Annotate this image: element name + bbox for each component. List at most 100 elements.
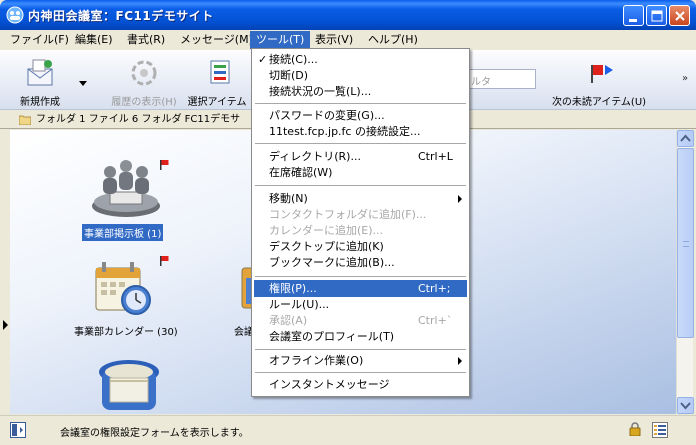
title-bar[interactable]: 内神田会議室：FC11デモサイト (0, 0, 696, 30)
menu-separator (255, 276, 466, 277)
history-label: 履歴の表示(H) (111, 97, 177, 108)
menu-item-change-password[interactable]: パスワードの変更(G)... (254, 107, 467, 124)
tools-menu: ✓ 接続(C)... 切断(D) 接続状況の一覧(L)... パスワードの変更(… (251, 48, 470, 397)
breadcrumb-text: フォルダ 1 ファイル 6 フォルダ FC11デモサ (36, 114, 241, 125)
menu-item-room-profile[interactable]: 会議室のプロフィール(T) (254, 328, 467, 345)
menu-item-label: パスワードの変更(G)... (269, 109, 385, 122)
menu-item-instant-message[interactable]: インスタントメッセージ (254, 376, 467, 393)
menu-item-label: ルール(U)... (269, 298, 330, 311)
close-icon (675, 11, 685, 21)
menu-item-disconnect[interactable]: 切断(D) (254, 67, 467, 84)
menu-separator (255, 185, 466, 186)
flag-icon (160, 256, 169, 266)
menu-item-presence[interactable]: 在席確認(W) (254, 164, 467, 181)
menu-help[interactable]: ヘルプ(H) (362, 31, 424, 49)
menu-item-label: デスクトップに追加(K) (269, 240, 384, 253)
menu-edit[interactable]: 編集(E) (69, 31, 119, 49)
menu-item-approve[interactable]: 承認(A) Ctrl+` (254, 312, 467, 329)
list-view-icon[interactable] (652, 422, 668, 438)
menu-item-label: コンタクトフォルダに追加(F)... (269, 208, 427, 221)
menu-item-label: 切断(D) (269, 69, 309, 82)
new-label: 新規作成 (20, 97, 60, 108)
menu-item-label: 11test.fcp.jp.fc の接続設定... (269, 125, 421, 138)
new-button[interactable]: 新規作成 (10, 55, 70, 109)
menu-item-label: 承認(A) (269, 314, 308, 327)
chevron-down-icon (79, 81, 87, 86)
folder-label: 事業部掲示板 (1) (82, 224, 164, 241)
folder-calendar[interactable]: 事業部カレンダー (30) (70, 256, 180, 338)
menu-item-connect[interactable]: ✓ 接続(C)... (254, 51, 467, 68)
menu-view[interactable]: 表示(V) (309, 31, 359, 49)
next-unread-label: 次の未読アイテム(U) (551, 97, 647, 108)
minimize-icon (629, 19, 637, 22)
calendar-icon (95, 262, 151, 315)
menu-separator (255, 372, 466, 373)
menu-item-label: インスタントメッセージ (269, 378, 390, 391)
menu-item-label: ブックマークに追加(B)... (269, 256, 395, 269)
grip-icon (683, 241, 689, 247)
menu-file[interactable]: ファイル(F) (4, 31, 75, 49)
menu-item-add-desktop[interactable]: デスクトップに追加(K) (254, 238, 467, 255)
menu-tools[interactable]: ツール(T) (250, 31, 311, 49)
menu-item-label: オフライン作業(O) (269, 354, 364, 367)
menu-item-label: 移動(N) (269, 192, 308, 205)
menu-bar: ファイル(F) 編集(E) 書式(R) メッセージ(M) ツール(T) 表示(V… (0, 30, 696, 49)
menu-item-rules[interactable]: ルール(U)... (254, 296, 467, 313)
menu-item-connection-list[interactable]: 接続状況の一覧(L)... (254, 83, 467, 100)
vertical-scrollbar[interactable] (676, 130, 694, 414)
expand-arrow-icon (3, 320, 8, 330)
new-mail-icon (27, 59, 53, 86)
menu-item-shortcut: Ctrl+` (418, 314, 453, 327)
maximize-button[interactable] (646, 5, 667, 26)
history-icon (131, 60, 157, 86)
scroll-up-button[interactable] (677, 130, 694, 147)
history-button[interactable]: 履歴の表示(H) (106, 55, 182, 109)
bulletin-board-icon (92, 160, 160, 217)
left-pane-grip[interactable] (0, 130, 10, 414)
close-button[interactable] (669, 5, 690, 26)
folder-icon (19, 115, 31, 125)
menu-item-add-contact-folder[interactable]: コンタクトフォルダに追加(F)... (254, 206, 467, 223)
minimize-button[interactable] (623, 5, 644, 26)
maximize-icon (651, 10, 663, 22)
lock-icon (629, 422, 641, 436)
menu-item-label: 権限(P)... (269, 282, 317, 295)
select-items-icon (210, 60, 230, 84)
next-unread-button[interactable]: 次の未読アイテム(U) (548, 55, 650, 109)
menu-item-label: ディレクトリ(R)... (269, 150, 361, 163)
menu-separator (255, 349, 466, 350)
status-bar: 会議室の権限設定フォームを表示します。 (0, 415, 696, 445)
folder-label: 事業部カレンダー (30) (74, 327, 178, 338)
menu-item-label: 接続状況の一覧(L)... (269, 85, 372, 98)
contacts-rolodex-icon[interactable] (96, 358, 162, 414)
menu-item-add-calendar[interactable]: カレンダーに追加(E)... (254, 222, 467, 239)
select-item-button[interactable]: 選択アイテム (184, 55, 250, 109)
scroll-down-button[interactable] (677, 397, 694, 414)
submenu-arrow-icon (458, 357, 462, 365)
new-dropdown-button[interactable] (76, 55, 90, 109)
menu-item-permissions[interactable]: 権限(P)... Ctrl+; (254, 280, 467, 297)
window-title: 内神田会議室：FC11デモサイト (28, 9, 214, 23)
menu-item-move[interactable]: 移動(N) (254, 190, 467, 207)
menu-item-label: 在席確認(W) (269, 166, 333, 179)
toolbar-more-button[interactable]: » (682, 73, 688, 84)
menu-item-label: カレンダーに追加(E)... (269, 224, 384, 237)
menu-separator (255, 143, 466, 144)
submenu-arrow-icon (458, 195, 462, 203)
menu-message[interactable]: メッセージ(M) (174, 31, 259, 49)
menu-item-label: 接続(C)... (269, 53, 318, 66)
menu-item-add-bookmark[interactable]: ブックマークに追加(B)... (254, 254, 467, 271)
select-label: 選択アイテム (187, 97, 247, 108)
menu-item-label: 会議室のプロフィール(T) (269, 330, 395, 343)
menu-separator (255, 103, 466, 104)
menu-item-shortcut: Ctrl+; (418, 282, 451, 295)
folder-bulletin-board[interactable]: 事業部掲示板 (1) (80, 152, 170, 241)
menu-item-work-offline[interactable]: オフライン作業(O) (254, 352, 467, 369)
menu-item-connection-settings[interactable]: 11test.fcp.jp.fc の接続設定... (254, 123, 467, 140)
menu-item-directory[interactable]: ディレクトリ(R)... Ctrl+L (254, 148, 467, 165)
flag-icon (160, 160, 169, 170)
next-unread-icon (591, 65, 613, 83)
panel-toggle-icon[interactable] (10, 422, 26, 438)
menu-format[interactable]: 書式(R) (121, 31, 171, 49)
scroll-thumb[interactable] (677, 148, 694, 338)
